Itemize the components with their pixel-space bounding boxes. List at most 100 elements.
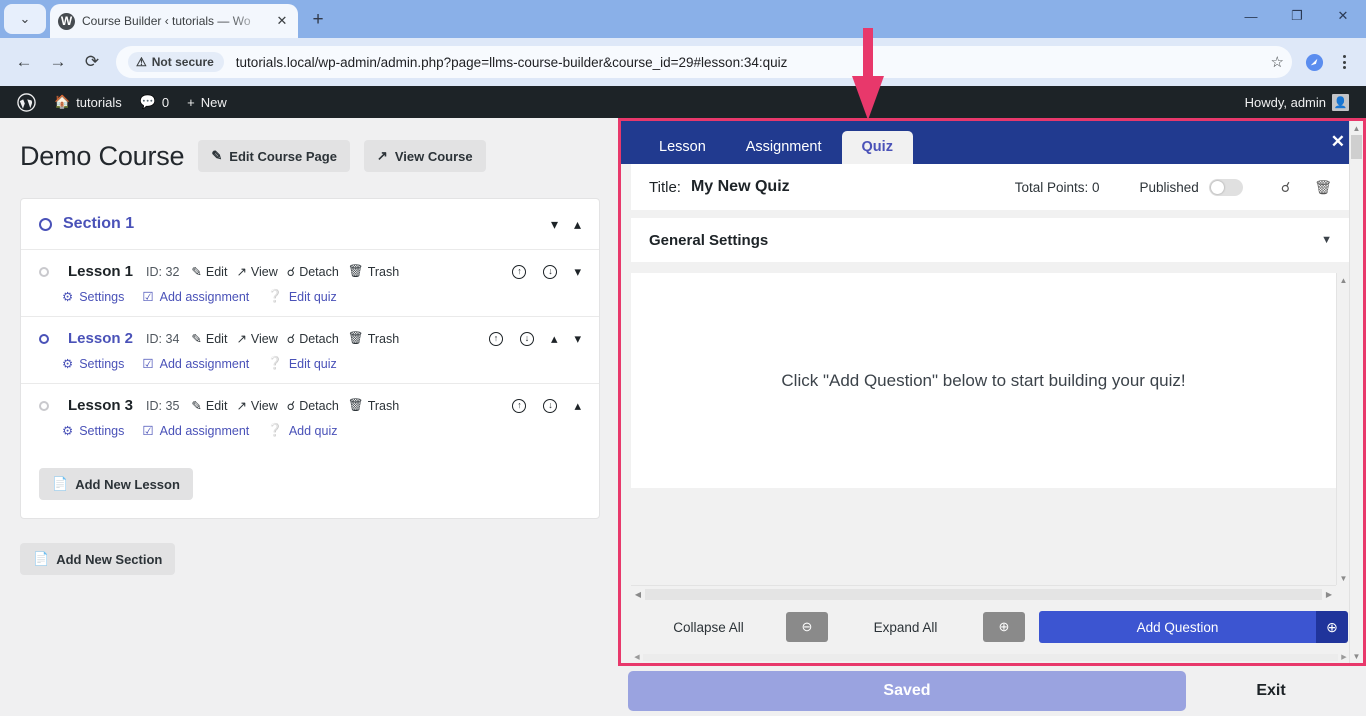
trash-icon[interactable]: 🗑 xyxy=(1314,179,1332,196)
questions-vertical-scrollbar[interactable]: ▲ ▼ xyxy=(1336,273,1350,585)
lesson-settings-link[interactable]: ⚙ Settings xyxy=(62,423,124,439)
move-to-top-icon[interactable]: ↑ xyxy=(512,398,527,413)
tab-assignment[interactable]: Assignment xyxy=(726,131,842,164)
browser-tab[interactable]: W Course Builder ‹ tutorials — Wo ✕ xyxy=(50,4,298,38)
close-icon[interactable]: ✕ xyxy=(1331,132,1345,152)
scroll-track[interactable] xyxy=(643,653,1338,661)
lesson-name[interactable]: Lesson 2 xyxy=(68,330,133,347)
lesson-trash-action[interactable]: 🗑 Trash xyxy=(348,331,399,346)
move-to-top-icon[interactable]: ↑ xyxy=(488,331,503,346)
scroll-left-icon[interactable]: ◀ xyxy=(631,590,645,599)
chevron-down-icon[interactable]: ▾ xyxy=(574,264,581,280)
chevron-down-icon[interactable]: ▾ xyxy=(551,216,558,233)
expand-all-button[interactable]: ⊕ xyxy=(983,612,1025,642)
lesson-settings-link[interactable]: ⚙ Settings xyxy=(62,356,124,372)
lesson-detach-action[interactable]: ☌ Detach xyxy=(287,331,339,347)
lesson-quiz-link[interactable]: ❔ Edit quiz xyxy=(267,289,337,304)
new-tab-button[interactable]: + xyxy=(304,6,332,34)
caret-down-icon[interactable]: ▼ xyxy=(1321,234,1332,246)
forward-icon[interactable]: → xyxy=(42,46,74,78)
bookmark-star-icon[interactable]: ☆ xyxy=(1271,53,1284,71)
add-question-button[interactable]: Add Question xyxy=(1039,611,1316,643)
lesson-trash-action[interactable]: 🗑 Trash xyxy=(348,264,399,279)
address-bar[interactable]: ⚠ Not secure tutorials.local/wp-admin/ad… xyxy=(116,46,1292,78)
wp-logo-icon[interactable] xyxy=(8,86,45,118)
quiz-empty-state: Click "Add Question" below to start buil… xyxy=(631,273,1336,488)
panel-vertical-scrollbar[interactable]: ▲ ▼ xyxy=(1349,121,1363,663)
pencil-square-icon: ✎ xyxy=(191,332,202,346)
move-to-top-icon[interactable]: ↑ xyxy=(512,264,527,279)
add-question-plus-icon[interactable]: ⊕ xyxy=(1316,611,1348,643)
tab-lesson[interactable]: Lesson xyxy=(639,131,726,164)
kebab-menu-icon[interactable] xyxy=(1330,48,1358,76)
scroll-left-icon[interactable]: ◀ xyxy=(631,653,643,661)
lesson-settings-link[interactable]: ⚙ Settings xyxy=(62,289,124,305)
scroll-right-icon[interactable]: ▶ xyxy=(1322,590,1336,599)
broken-chain-icon[interactable]: ☌ xyxy=(1281,179,1290,196)
quiz-title-input[interactable]: My New Quiz xyxy=(691,178,790,196)
window-minimize-button[interactable]: — xyxy=(1228,0,1274,32)
section-header[interactable]: Section 1 ▾ ▴ xyxy=(21,199,599,249)
comment-bubble-icon: 💬 xyxy=(139,94,156,109)
tab-close-icon[interactable]: ✕ xyxy=(274,13,290,29)
lesson-add-assignment-link[interactable]: ☑ Add assignment xyxy=(142,356,249,372)
move-to-bottom-icon[interactable]: ↓ xyxy=(543,398,558,413)
lesson-edit-action[interactable]: ✎ Edit xyxy=(191,264,227,280)
add-new-lesson-button[interactable]: 📄 Add New Lesson xyxy=(39,468,193,500)
lesson-view-action[interactable]: ↗ View xyxy=(236,331,277,347)
lesson-name[interactable]: Lesson 3 xyxy=(68,397,133,414)
chevron-down-icon[interactable]: ▾ xyxy=(574,331,581,347)
wp-new-button[interactable]: + New xyxy=(178,86,236,118)
add-new-section-button[interactable]: 📄 Add New Section xyxy=(20,543,176,575)
scroll-down-icon[interactable]: ▼ xyxy=(1350,649,1363,663)
expand-all-label[interactable]: Expand All xyxy=(828,620,983,635)
panel-inner-horizontal-scrollbar[interactable]: ◀ ▶ xyxy=(631,651,1350,663)
lesson-add-assignment-link[interactable]: ☑ Add assignment xyxy=(142,289,249,305)
not-secure-badge[interactable]: ⚠ Not secure xyxy=(128,52,224,72)
lesson-quiz-link[interactable]: ❔ Add quiz xyxy=(267,423,337,438)
lesson-edit-action[interactable]: ✎ Edit xyxy=(191,331,227,347)
wp-comments[interactable]: 💬 0 xyxy=(131,86,178,118)
scroll-track[interactable] xyxy=(645,589,1322,600)
browser-window: ⌄ W Course Builder ‹ tutorials — Wo ✕ + … xyxy=(0,0,1366,716)
lesson-detach-action[interactable]: ☌ Detach xyxy=(287,398,339,414)
general-settings-accordion[interactable]: General Settings ▼ xyxy=(631,218,1350,262)
wp-howdy-menu[interactable]: Howdy, admin 👤 xyxy=(1236,86,1358,118)
scroll-thumb[interactable] xyxy=(1351,135,1362,159)
extension-icon[interactable] xyxy=(1300,48,1328,76)
tab-quiz[interactable]: Quiz xyxy=(841,131,913,164)
collapse-all-label[interactable]: Collapse All xyxy=(631,620,786,635)
exit-button[interactable]: Exit xyxy=(1186,671,1356,711)
chevron-up-icon[interactable]: ▴ xyxy=(574,216,581,233)
lesson-detach-action[interactable]: ☌ Detach xyxy=(287,264,339,280)
edit-course-page-button[interactable]: ✎ Edit Course Page xyxy=(198,140,350,172)
checkbox-icon: ☑ xyxy=(142,357,154,371)
window-close-button[interactable]: ✕ xyxy=(1320,0,1366,32)
back-icon[interactable]: ← xyxy=(8,46,40,78)
tab-search-button[interactable]: ⌄ xyxy=(4,4,46,34)
wp-site-name[interactable]: 🏠 tutorials xyxy=(45,86,131,118)
gear-icon: ⚙ xyxy=(62,290,74,304)
lesson-quiz-link[interactable]: ❔ Edit quiz xyxy=(267,356,337,371)
lesson-trash-action[interactable]: 🗑 Trash xyxy=(348,398,399,413)
gear-icon: ⚙ xyxy=(62,424,74,438)
published-toggle[interactable] xyxy=(1208,178,1243,196)
saved-button[interactable]: Saved xyxy=(628,671,1186,711)
view-course-button[interactable]: ↗ View Course xyxy=(363,140,486,172)
questions-horizontal-scrollbar[interactable]: ◀ ▶ xyxy=(631,585,1336,603)
lesson-edit-action[interactable]: ✎ Edit xyxy=(191,398,227,414)
move-to-bottom-icon[interactable]: ↓ xyxy=(519,331,534,346)
reload-icon[interactable]: ⟳ xyxy=(76,46,108,78)
collapse-all-button[interactable]: ⊖ xyxy=(786,612,828,642)
pencil-square-icon: ✎ xyxy=(191,265,202,279)
window-maximize-button[interactable]: ❐ xyxy=(1274,0,1320,32)
lesson-add-assignment-link[interactable]: ☑ Add assignment xyxy=(142,423,249,439)
question-circle-icon: ❔ xyxy=(267,423,283,437)
lesson-name[interactable]: Lesson 1 xyxy=(68,263,133,280)
chevron-up-icon[interactable]: ▴ xyxy=(551,331,558,347)
lesson-view-action[interactable]: ↗ View xyxy=(236,264,277,280)
chevron-up-icon[interactable]: ▴ xyxy=(574,398,581,414)
scroll-up-icon[interactable]: ▲ xyxy=(1350,121,1363,135)
move-to-bottom-icon[interactable]: ↓ xyxy=(543,264,558,279)
lesson-view-action[interactable]: ↗ View xyxy=(236,398,277,414)
